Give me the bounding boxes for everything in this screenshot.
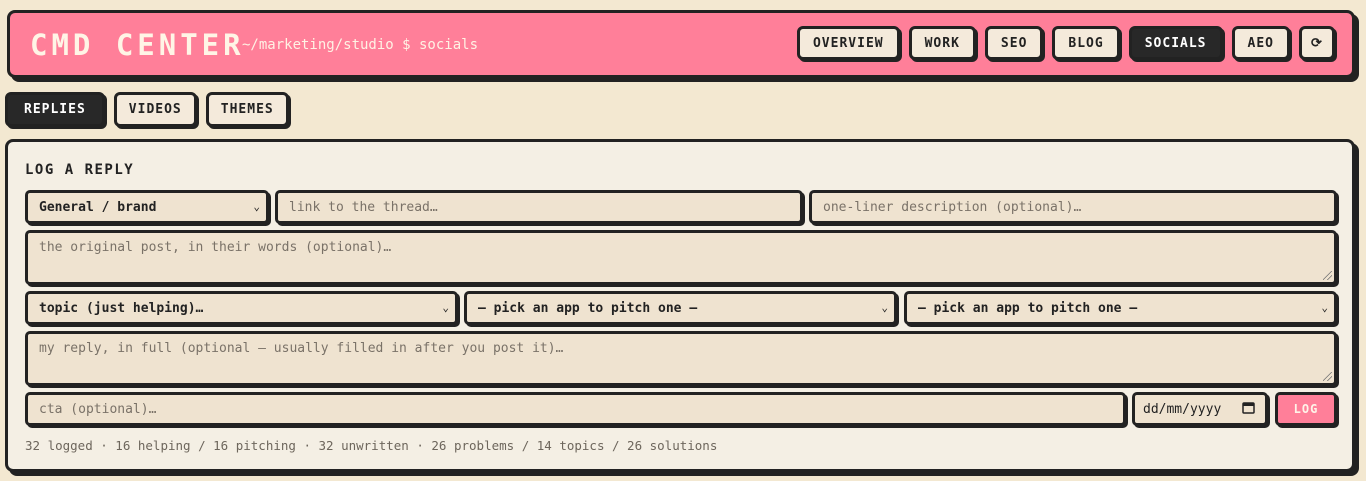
resize-handle-icon[interactable] [1323, 372, 1332, 381]
log-button[interactable]: LOG [1275, 392, 1337, 426]
tab-videos[interactable]: VIDEOS [113, 92, 197, 127]
topic-select-value: topic (just helping)… [39, 300, 204, 316]
stats-summary: 32 logged · 16 helping / 16 pitching · 3… [25, 438, 718, 453]
top-nav: OVERVIEW WORK SEO BLOG SOCIALS AEO ⟳ [796, 26, 1335, 60]
description-placeholder: one-liner description (optional)… [823, 199, 1082, 215]
log-reply-panel: LOG A REPLY General / brand ⌄ link to th… [5, 139, 1355, 472]
reply-placeholder: my reply, in full (optional — usually fi… [39, 341, 564, 356]
date-input[interactable]: dd/mm/yyyy [1132, 392, 1268, 426]
app-select-2-value: — pick an app to pitch one — [918, 300, 1138, 316]
chevron-down-icon: ⌄ [442, 300, 449, 314]
original-post-textarea[interactable]: the original post, in their words (optio… [25, 230, 1337, 285]
nav-overview[interactable]: OVERVIEW [796, 26, 900, 60]
breadcrumb-path: ~/marketing/studio $ socials [242, 37, 479, 53]
category-select[interactable]: General / brand ⌄ [25, 190, 269, 224]
nav-blog[interactable]: BLOG [1052, 26, 1120, 60]
topic-select[interactable]: topic (just helping)… ⌄ [25, 291, 458, 325]
description-input[interactable]: one-liner description (optional)… [809, 190, 1337, 224]
date-placeholder: dd/mm/yyyy [1143, 401, 1222, 417]
nav-work[interactable]: WORK [908, 26, 976, 60]
panel-title: LOG A REPLY [25, 162, 135, 178]
chevron-down-icon: ⌄ [1321, 300, 1328, 314]
thread-link-input[interactable]: link to the thread… [275, 190, 803, 224]
app-select-2[interactable]: — pick an app to pitch one — ⌄ [904, 291, 1337, 325]
app-select-1-value: — pick an app to pitch one — [478, 300, 698, 316]
nav-aeo[interactable]: AEO [1231, 26, 1290, 60]
original-post-placeholder: the original post, in their words (optio… [39, 240, 392, 255]
resize-handle-icon[interactable] [1323, 271, 1332, 280]
nav-seo[interactable]: SEO [984, 26, 1044, 60]
cta-placeholder: cta (optional)… [39, 401, 157, 417]
sub-tabs: REPLIES VIDEOS THEMES [5, 92, 289, 127]
header-bar: CMD CENTER ~/marketing/studio $ socials … [7, 10, 1355, 78]
calendar-icon[interactable] [1242, 401, 1255, 417]
reply-textarea[interactable]: my reply, in full (optional — usually fi… [25, 331, 1337, 386]
chevron-down-icon: ⌄ [881, 300, 888, 314]
app-select-1[interactable]: — pick an app to pitch one — ⌄ [464, 291, 897, 325]
cta-input[interactable]: cta (optional)… [25, 392, 1126, 426]
nav-socials[interactable]: SOCIALS [1128, 26, 1223, 60]
tab-replies[interactable]: REPLIES [5, 92, 105, 127]
app-title: CMD CENTER [30, 28, 245, 62]
category-select-value: General / brand [39, 199, 157, 215]
chevron-down-icon: ⌄ [253, 199, 260, 213]
refresh-icon[interactable]: ⟳ [1299, 26, 1335, 60]
tab-themes[interactable]: THEMES [205, 92, 289, 127]
thread-link-placeholder: link to the thread… [289, 199, 438, 215]
